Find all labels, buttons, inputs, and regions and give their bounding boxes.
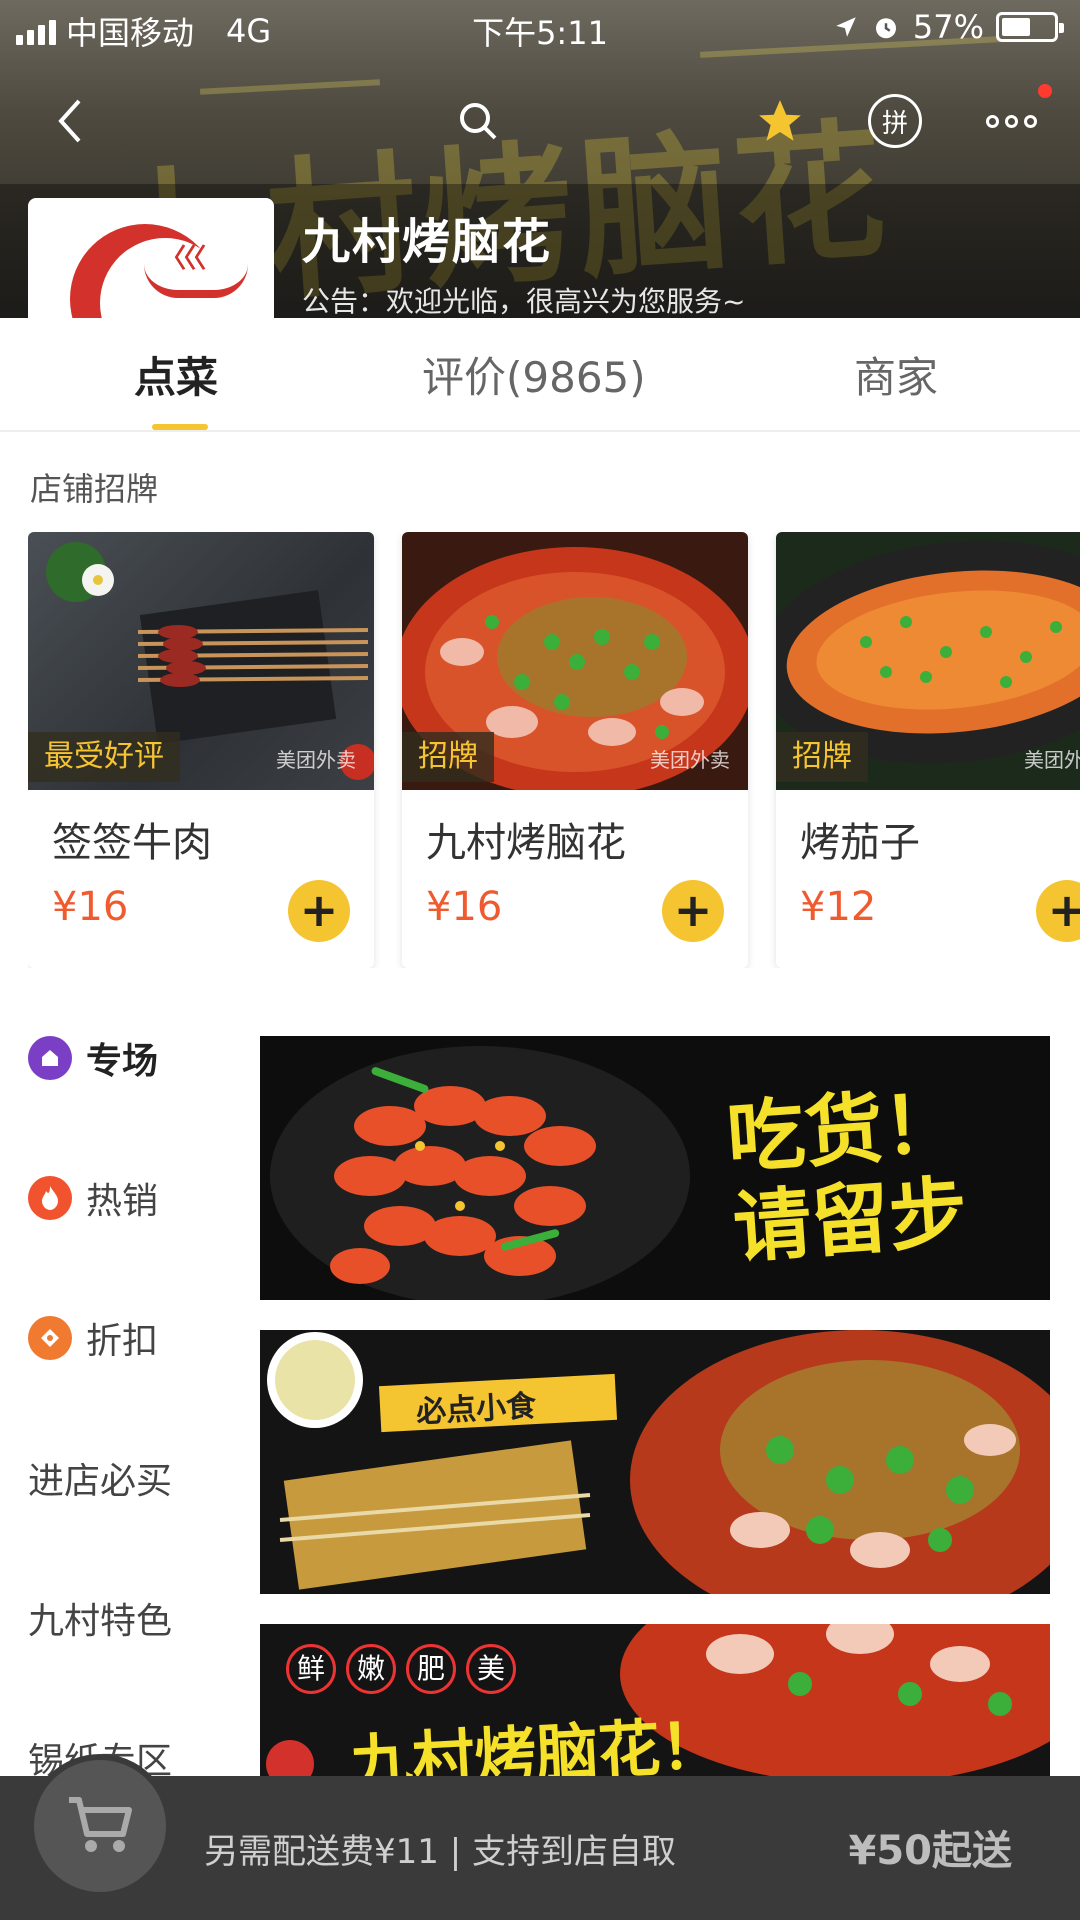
sidebar-item-label: 热销 [86, 1181, 159, 1222]
watermark: 美团外卖 [650, 748, 730, 772]
promo-banner[interactable]: 吃货！请留步 [260, 1036, 1050, 1300]
dish-name: 九村烤脑花 [426, 820, 626, 866]
nav-bar: 拼 [0, 86, 1080, 156]
discount-tag-icon [28, 1316, 72, 1360]
cart-button[interactable] [28, 1754, 172, 1898]
sidebar-item-specialty[interactable]: 九村特色 [28, 1592, 172, 1644]
banner-slogan: 吃货！请留步 [724, 1078, 971, 1275]
dish-name: 签签牛肉 [52, 820, 212, 866]
dish-badge: 最受好评 [28, 732, 180, 782]
dish-badge: 招牌 [402, 732, 494, 782]
add-to-cart-button[interactable]: + [288, 880, 350, 942]
dish-price: ¥16 [426, 884, 503, 930]
tab-reviews[interactable]: 评价(9865) [422, 344, 646, 405]
signature-card[interactable]: 招牌 美团外卖 九村烤脑花 ¥16 + [402, 532, 748, 968]
sidebar-item-hot[interactable]: 热销 [28, 1172, 158, 1224]
shopping-cart-icon [69, 1797, 132, 1852]
back-button[interactable] [40, 86, 100, 156]
dish-name: 烤茄子 [800, 820, 920, 866]
logo-bowl [144, 264, 248, 298]
sidebar-item-must-buy[interactable]: 进店必买 [28, 1452, 172, 1504]
dish-badge: 招牌 [776, 732, 868, 782]
store-name: 九村烤脑花 [302, 214, 553, 270]
banner-slogan: 必点小食 [415, 1388, 538, 1431]
store-header: 九村烤脑花 中国移动 4G 下午5:11 57% 拼 〈〈〈 九村烤脑花 公告：… [0, 0, 1080, 320]
dish-price: ¥16 [52, 884, 129, 930]
store-notice[interactable]: 公告：欢迎光临，很高兴为您服务~ [302, 280, 745, 320]
delivery-fee-text: 另需配送费¥11 | 支持到店自取 [204, 1832, 676, 1872]
pin-icon: 拼 [868, 94, 922, 148]
sidebar-item-label: 专场 [86, 1041, 159, 1082]
banner-tag: 鲜 [286, 1644, 336, 1694]
sidebar-item-discount[interactable]: 折扣 [28, 1312, 158, 1364]
status-bar: 中国移动 4G 下午5:11 57% [0, 0, 1080, 58]
star-icon [759, 100, 801, 141]
signature-section-title: 店铺招牌 [30, 470, 159, 508]
notification-dot [1038, 84, 1052, 98]
signature-carousel[interactable]: 最受好评 美团外卖 签签牛肉 ¥16 + 招牌 美团外卖 九村烤脑花 ¥16 +… [28, 532, 1080, 968]
add-to-cart-button[interactable]: + [662, 880, 724, 942]
favorite-button[interactable] [748, 86, 812, 156]
watermark: 美团外卖 [276, 748, 356, 772]
alarm-icon [875, 18, 896, 39]
flame-icon [28, 1176, 72, 1220]
sidebar-item-label: 九村特色 [28, 1601, 173, 1642]
watermark: 美团外卖 [1024, 748, 1080, 772]
tab-active-indicator [152, 424, 208, 430]
sidebar-item-special[interactable]: 专场 [28, 1032, 158, 1084]
battery-fill [1002, 18, 1030, 36]
tab-bar: 点菜 评价(9865) 商家 [0, 318, 1080, 432]
search-icon [460, 103, 497, 140]
add-to-cart-button[interactable]: + [1036, 880, 1080, 942]
more-button[interactable] [974, 86, 1048, 156]
snack-illustration [260, 1330, 1050, 1594]
dish-price: ¥12 [800, 884, 877, 930]
dish-photo: 最受好评 美团外卖 [28, 532, 374, 790]
bag-icon [28, 1036, 72, 1080]
sidebar-item-label: 进店必买 [28, 1461, 173, 1502]
min-order-label: ¥50起送 [848, 1828, 1013, 1874]
tab-merchant[interactable]: 商家 [854, 344, 938, 405]
category-sidebar: 专场 热销 折扣 进店必买 九村特色 锡纸专区 [0, 1000, 236, 1776]
more-dots-icon [985, 114, 1037, 128]
banner-tags: 鲜 嫩 肥 美 [286, 1644, 516, 1694]
promo-banner[interactable]: 必点小食 [260, 1330, 1050, 1594]
chevron-left-icon [58, 99, 81, 143]
battery-percent: 57% [912, 8, 984, 46]
banner-tag: 肥 [406, 1644, 456, 1694]
signature-card[interactable]: 招牌 美团外卖 烤茄子 ¥12 + [776, 532, 1080, 968]
store-logo: 〈〈〈 [28, 198, 274, 320]
group-order-button[interactable]: 拼 [862, 86, 928, 156]
banner-tag: 美 [466, 1644, 516, 1694]
banner-tag: 嫩 [346, 1644, 396, 1694]
dish-photo: 招牌 美团外卖 [402, 532, 748, 797]
battery-icon [996, 12, 1064, 42]
promo-banner[interactable]: 鲜 嫩 肥 美 九村烤脑花！ [260, 1624, 1050, 1776]
dish-photo: 招牌 美团外卖 [776, 532, 1080, 790]
search-button[interactable] [448, 86, 508, 156]
sidebar-item-label: 折扣 [86, 1321, 159, 1362]
tab-order[interactable]: 点菜 [134, 344, 218, 405]
location-arrow-icon [836, 17, 856, 37]
signature-card[interactable]: 最受好评 美团外卖 签签牛肉 ¥16 + [28, 532, 374, 968]
